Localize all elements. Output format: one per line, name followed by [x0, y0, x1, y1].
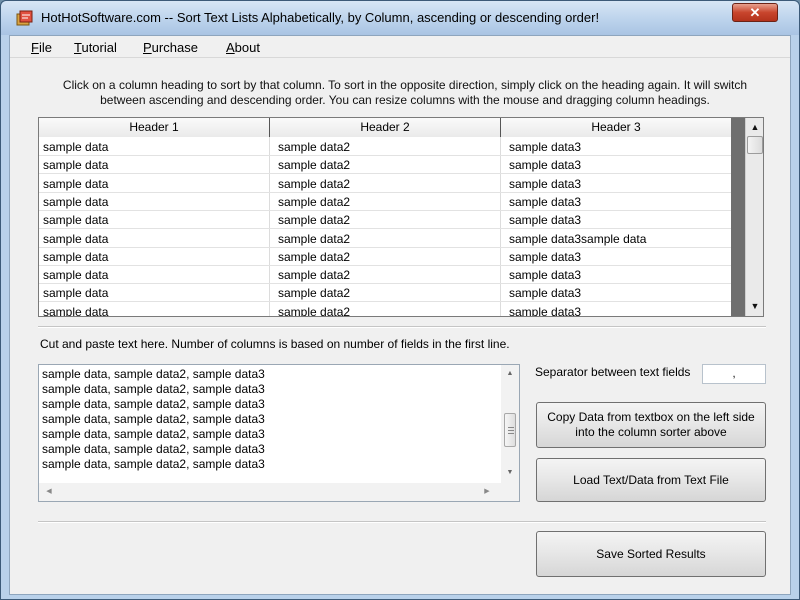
table-cell: sample data2 — [278, 176, 351, 191]
close-button[interactable]: ✕ — [732, 3, 778, 22]
table-cell: sample data — [43, 213, 109, 228]
table-cell: sample data2 — [278, 304, 351, 317]
table-cell: sample data3 — [509, 158, 582, 173]
scroll-up-icon[interactable]: ▲ — [747, 119, 763, 135]
app-window: HotHotSoftware.com -- Sort Text Lists Al… — [0, 0, 800, 600]
app-icon — [16, 10, 33, 26]
paste-text-line: sample data, sample data2, sample data3 — [42, 382, 265, 396]
title-bar[interactable]: HotHotSoftware.com -- Sort Text Lists Al… — [1, 1, 799, 35]
paste-instructions: Cut and paste text here. Number of colum… — [40, 337, 510, 351]
table-cell: sample data — [43, 194, 109, 209]
table-row[interactable]: sample data sample data2 sample data3 — [39, 156, 731, 175]
copy-data-button[interactable]: Copy Data from textbox on the left side … — [536, 402, 766, 448]
separator-label: Separator between text fields — [535, 365, 691, 379]
table-cell: sample data3 — [509, 194, 582, 209]
instructions-text: Click on a column heading to sort by tha… — [62, 78, 748, 107]
menu-file[interactable]: File — [31, 40, 52, 55]
table-row[interactable]: sample data sample data2 sample data3 — [39, 266, 731, 285]
menu-purchase[interactable]: Purchase — [143, 40, 198, 55]
table-cell: sample data3 — [509, 213, 582, 228]
table-cell: sample data3 — [509, 268, 582, 283]
table-cell: sample data2 — [278, 249, 351, 264]
paste-text-line: sample data, sample data2, sample data3 — [42, 367, 265, 381]
table-row[interactable]: sample data sample data2 sample data3 — [39, 248, 731, 266]
save-results-button[interactable]: Save Sorted Results — [536, 531, 766, 577]
table-cell: sample data — [43, 140, 109, 154]
window-title: HotHotSoftware.com -- Sort Text Lists Al… — [41, 10, 600, 25]
table-cell: sample data3 — [509, 304, 582, 317]
table-cell: sample data — [43, 231, 109, 246]
table-row[interactable]: sample data sample data2 sample data3 — [39, 303, 731, 317]
table-cell: sample data — [43, 268, 109, 283]
table-row[interactable]: sample data sample data2 sample data3 — [39, 211, 731, 230]
table-row[interactable]: sample data sample data2 sample data3sampl… — [39, 230, 731, 248]
scroll-up-icon[interactable]: ▲ — [502, 366, 518, 382]
scroll-right-icon[interactable]: ▶ — [479, 484, 495, 500]
table-cell: sample data2 — [278, 213, 351, 228]
table-cell: sample data2 — [278, 268, 351, 283]
paste-text-line: sample data, sample data2, sample data3 — [42, 427, 265, 441]
table-row[interactable]: sample data sample data2 sample data3 — [39, 138, 731, 156]
table-cell: sample data2 — [278, 158, 351, 173]
load-file-button[interactable]: Load Text/Data from Text File — [536, 458, 766, 502]
list-header: Header 1 Header 2 Header 3 — [39, 118, 745, 137]
table-cell: sample data3 — [509, 140, 582, 154]
table-row[interactable]: sample data sample data2 sample data3 — [39, 284, 731, 303]
table-cell: sample data — [43, 286, 109, 301]
scroll-down-icon[interactable]: ▼ — [502, 465, 518, 481]
table-cell: sample data — [43, 249, 109, 264]
sortable-list-view[interactable]: Header 1 Header 2 Header 3 sample data sa… — [38, 117, 764, 317]
scroll-thumb[interactable] — [504, 413, 516, 447]
table-cell: sample data — [43, 176, 109, 191]
textbox-horizontal-scrollbar[interactable]: ◀ ▶ — [39, 483, 519, 501]
paste-text-line: sample data, sample data2, sample data3 — [42, 457, 265, 471]
column-header-3[interactable]: Header 3 — [501, 118, 732, 137]
scroll-down-icon[interactable]: ▼ — [747, 298, 763, 314]
table-cell: sample data3 — [509, 286, 582, 301]
scroll-left-icon[interactable]: ◀ — [41, 484, 57, 500]
table-row[interactable]: sample data sample data2 sample data3 — [39, 193, 731, 211]
table-cell: sample data3 — [509, 176, 582, 191]
section-divider — [38, 326, 766, 328]
separator-input[interactable] — [702, 364, 766, 384]
menu-about[interactable]: About — [226, 40, 260, 55]
table-cell: sample data2 — [278, 140, 351, 154]
table-row[interactable]: sample data sample data2 sample data3 — [39, 175, 731, 193]
scroll-thumb[interactable] — [747, 136, 763, 154]
textbox-vertical-scrollbar[interactable]: ▲ ▼ — [501, 365, 519, 483]
paste-text-line: sample data, sample data2, sample data3 — [42, 412, 265, 426]
section-divider — [38, 521, 766, 523]
table-cell: sample data2 — [278, 286, 351, 301]
close-icon: ✕ — [749, 5, 761, 20]
paste-text-line: sample data, sample data2, sample data3 — [42, 397, 265, 411]
list-empty-area — [731, 118, 745, 316]
column-header-2[interactable]: Header 2 — [270, 118, 501, 137]
column-header-1[interactable]: Header 1 — [39, 118, 270, 137]
table-cell: sample data — [43, 304, 109, 317]
menu-tutorial[interactable]: Tutorial — [74, 40, 117, 55]
paste-textbox[interactable]: sample data, sample data2, sample data3 s… — [38, 364, 520, 502]
list-vertical-scrollbar[interactable]: ▲ ▼ — [745, 118, 763, 316]
table-cell: sample data3 — [509, 249, 582, 264]
paste-text-content: sample data, sample data2, sample data3 s… — [42, 367, 265, 472]
table-cell: sample data2 — [278, 194, 351, 209]
table-cell: sample data3sample data — [509, 231, 647, 246]
paste-text-line: sample data, sample data2, sample data3 — [42, 442, 265, 456]
table-cell: sample data — [43, 158, 109, 173]
client-area: File Tutorial Purchase About Click on a … — [9, 35, 791, 595]
menu-bar: File Tutorial Purchase About — [10, 36, 790, 58]
table-cell: sample data2 — [278, 231, 351, 246]
